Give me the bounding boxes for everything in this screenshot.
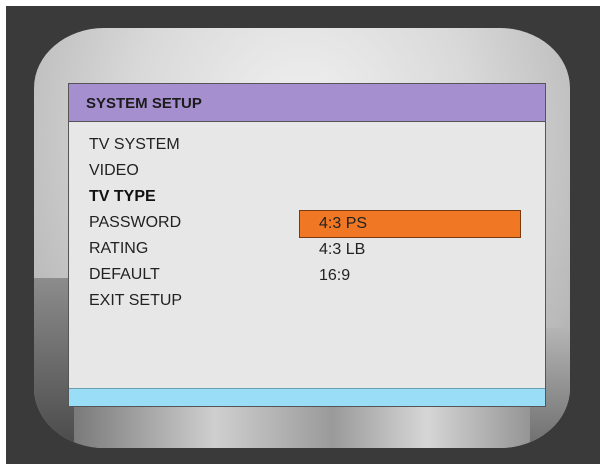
menu-item-exit-setup[interactable]: EXIT SETUP xyxy=(89,292,182,310)
menu-item-default[interactable]: DEFAULT xyxy=(89,266,160,284)
menu-item-tv-type[interactable]: TV TYPE xyxy=(89,188,156,206)
option-4-3-ps[interactable]: 4:3 PS xyxy=(299,210,521,238)
menu-item-tv-system[interactable]: TV SYSTEM xyxy=(89,136,180,154)
menu-item-rating[interactable]: RATING xyxy=(89,240,148,258)
option-16-9[interactable]: 16:9 xyxy=(299,262,521,290)
menu-item-video[interactable]: VIDEO xyxy=(89,162,139,180)
menu-footer-bar xyxy=(69,388,545,406)
menu-title: SYSTEM SETUP xyxy=(86,95,202,112)
option-label: 4:3 PS xyxy=(319,215,368,232)
option-label: 4:3 LB xyxy=(319,241,366,258)
option-label: 16:9 xyxy=(319,267,351,284)
menu-item-password[interactable]: PASSWORD xyxy=(89,214,181,232)
system-setup-menu: SYSTEM SETUP TV SYSTEM VIDEO TV TYPE PAS… xyxy=(68,83,546,407)
background-buildings xyxy=(74,402,544,448)
option-4-3-lb[interactable]: 4:3 LB xyxy=(299,236,521,264)
menu-title-bar: SYSTEM SETUP xyxy=(69,84,545,122)
tv-display: SYSTEM SETUP TV SYSTEM VIDEO TV TYPE PAS… xyxy=(0,0,606,465)
